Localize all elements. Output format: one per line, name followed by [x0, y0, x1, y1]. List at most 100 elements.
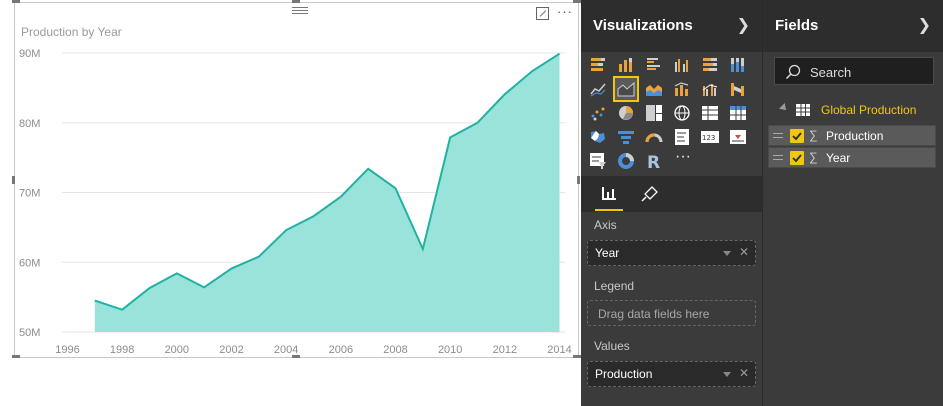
- data-point[interactable]: [311, 213, 317, 219]
- resize-handle-top-right[interactable]: [573, 0, 581, 3]
- x-tick-label: 2008: [383, 344, 407, 356]
- stacked-bar-chart-icon[interactable]: [587, 54, 609, 76]
- fields-pane: Fields ❯ Search Global Production ∑ Prod…: [762, 0, 943, 406]
- expand-triangle-icon[interactable]: [779, 103, 789, 113]
- area-chart-visual[interactable]: ··· Production by Year 50M 60M 70M 80M 90M 19…: [14, 2, 579, 358]
- data-point[interactable]: [447, 134, 453, 140]
- data-point[interactable]: [393, 185, 399, 191]
- data-point[interactable]: [502, 91, 508, 97]
- clustered-column-chart-icon[interactable]: [671, 54, 693, 76]
- data-point[interactable]: [201, 284, 207, 290]
- field-production-checkbox[interactable]: [790, 129, 804, 143]
- axis-well-value: Year: [595, 246, 620, 260]
- values-well[interactable]: Production ✕: [587, 361, 756, 387]
- x-tick-label: 2002: [219, 344, 243, 356]
- gauge-icon[interactable]: [643, 126, 665, 148]
- data-point[interactable]: [146, 285, 152, 291]
- x-tick-label: 2014: [547, 344, 571, 356]
- resize-handle-right[interactable]: [577, 176, 580, 184]
- legend-well[interactable]: Drag data fields here: [587, 300, 756, 326]
- data-point[interactable]: [174, 270, 180, 276]
- field-production[interactable]: ∑ Production: [768, 125, 936, 146]
- legend-well-placeholder: Drag data fields here: [598, 307, 710, 321]
- checkmark-icon: [792, 132, 802, 141]
- slicer-icon[interactable]: [587, 150, 609, 172]
- x-tick-label: 1998: [110, 344, 134, 356]
- axis-well[interactable]: Year ✕: [587, 240, 756, 266]
- 100-stacked-column-chart-icon[interactable]: [727, 54, 749, 76]
- field-name: Year: [826, 151, 851, 165]
- stacked-column-chart-icon[interactable]: [615, 54, 637, 76]
- donut-chart-icon[interactable]: [615, 150, 637, 172]
- svg-text:123: 123: [702, 134, 715, 142]
- data-point[interactable]: [92, 298, 98, 304]
- values-well-value: Production: [595, 367, 653, 381]
- fields-tab[interactable]: [593, 176, 625, 212]
- pie-chart-icon[interactable]: [615, 102, 637, 124]
- remove-field-icon[interactable]: ✕: [739, 245, 749, 259]
- data-point[interactable]: [338, 194, 344, 200]
- format-tab[interactable]: [633, 176, 665, 212]
- filled-map-icon[interactable]: [587, 126, 609, 148]
- fields-search-box[interactable]: Search: [774, 57, 934, 85]
- treemap-icon[interactable]: [643, 102, 665, 124]
- svg-text:R: R: [647, 153, 660, 170]
- legend-well-label: Legend: [594, 279, 635, 293]
- matrix-icon[interactable]: [727, 102, 749, 124]
- data-point[interactable]: [256, 254, 262, 260]
- chevron-down-icon[interactable]: [723, 251, 731, 256]
- line-and-clustered-column-chart-icon[interactable]: [699, 78, 721, 100]
- scatter-chart-icon[interactable]: [587, 102, 609, 124]
- kpi-icon[interactable]: [727, 126, 749, 148]
- data-point[interactable]: [420, 246, 426, 252]
- fields-title: Fields: [775, 17, 819, 34]
- axis-well-label: Axis: [594, 218, 617, 232]
- area-chart-icon[interactable]: [613, 76, 639, 102]
- chevron-down-icon[interactable]: [723, 372, 731, 377]
- resize-handle-top[interactable]: [292, 0, 300, 3]
- resize-handle-bottom-right[interactable]: [573, 355, 581, 358]
- resize-handle-left[interactable]: [12, 176, 15, 184]
- r-visual-icon[interactable]: R: [643, 150, 665, 172]
- y-tick-label: 80M: [19, 118, 40, 130]
- funnel-icon[interactable]: [615, 126, 637, 148]
- card-icon[interactable]: 123: [699, 126, 721, 148]
- field-year[interactable]: ∑ Year: [768, 147, 936, 168]
- data-point[interactable]: [475, 120, 481, 126]
- y-tick-label: 60M: [19, 257, 40, 269]
- field-year-checkbox[interactable]: [790, 151, 804, 165]
- 100-stacked-bar-chart-icon[interactable]: [699, 54, 721, 76]
- data-point[interactable]: [119, 307, 125, 313]
- data-point[interactable]: [283, 227, 289, 233]
- stacked-area-chart-icon[interactable]: [643, 78, 665, 100]
- remove-field-icon[interactable]: ✕: [739, 366, 749, 380]
- data-point[interactable]: [228, 266, 234, 272]
- resize-handle-bottom-left[interactable]: [12, 355, 20, 358]
- map-icon[interactable]: [671, 102, 693, 124]
- data-point[interactable]: [529, 68, 535, 74]
- visualizations-title: Visualizations: [593, 17, 693, 34]
- x-tick-label: 2006: [329, 344, 353, 356]
- x-tick-label: 2010: [438, 344, 462, 356]
- data-point[interactable]: [557, 51, 563, 57]
- drag-handle-icon[interactable]: [773, 133, 783, 141]
- multi-row-card-icon[interactable]: [671, 126, 693, 148]
- resize-handle-top-left[interactable]: [12, 0, 20, 3]
- collapse-visualizations-chevron-icon[interactable]: ❯: [737, 15, 750, 35]
- visualizations-header: Visualizations ❯: [581, 0, 762, 52]
- clustered-bar-chart-icon[interactable]: [643, 54, 665, 76]
- table-visual-icon[interactable]: [699, 102, 721, 124]
- ribbon-chart-icon[interactable]: [727, 78, 749, 100]
- visualizations-tabs: [581, 176, 762, 212]
- table-global-production[interactable]: Global Production: [763, 100, 943, 120]
- more-visuals-icon[interactable]: ···: [675, 148, 691, 166]
- search-icon: [785, 64, 801, 80]
- visualizations-pane: Visualizations ❯ 123 R ··· Axis Year ✕ L…: [581, 0, 762, 406]
- collapse-fields-chevron-icon[interactable]: ❯: [918, 15, 931, 35]
- line-and-stacked-column-chart-icon[interactable]: [671, 78, 693, 100]
- drag-handle-icon[interactable]: [773, 155, 783, 163]
- data-point[interactable]: [365, 166, 371, 172]
- resize-handle-bottom[interactable]: [292, 355, 300, 358]
- line-chart-icon[interactable]: [587, 78, 609, 100]
- search-input[interactable]: Search: [810, 65, 851, 80]
